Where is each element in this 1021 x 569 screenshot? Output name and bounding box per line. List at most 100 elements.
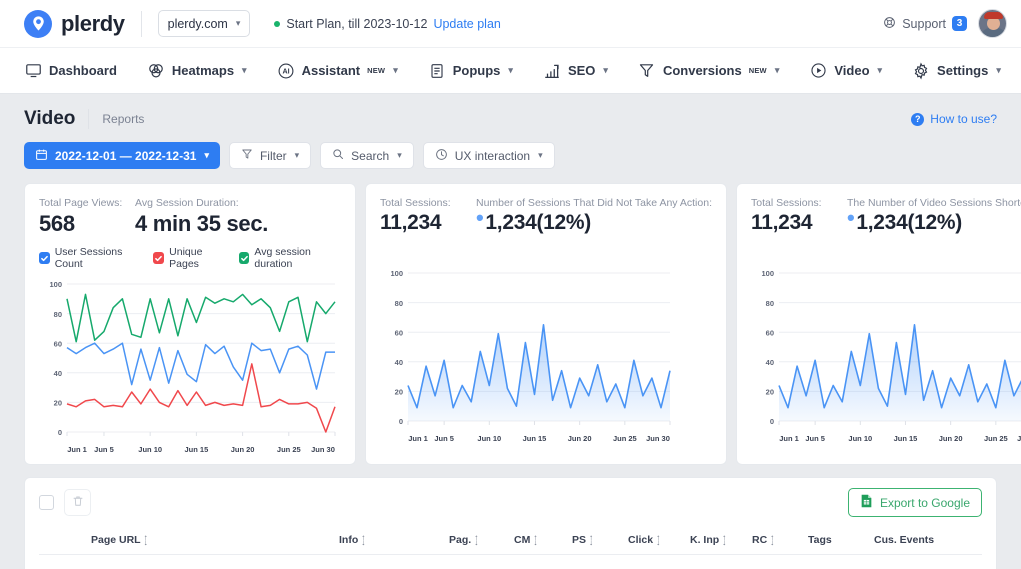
svg-text:Jun 20: Jun 20 <box>939 434 963 443</box>
column-header-pag[interactable]: Pag. ↑ ↓ <box>449 534 514 547</box>
column-header-cus-events[interactable]: Cus. Events <box>874 534 934 546</box>
nav-item-video[interactable]: Video ▾ <box>809 48 882 93</box>
brand-logo[interactable]: plerdy <box>24 9 125 38</box>
play-circle-icon <box>809 62 827 80</box>
column-header-page-url[interactable]: Page URL ↑ ↓ <box>39 534 339 547</box>
svg-text:Jun 10: Jun 10 <box>848 434 872 443</box>
column-label: PS <box>572 534 587 546</box>
svg-text:40: 40 <box>766 358 774 367</box>
how-to-use-link[interactable]: ? How to use? <box>911 112 997 126</box>
column-label: Info <box>339 534 359 546</box>
svg-text:40: 40 <box>54 369 62 378</box>
svg-text:100: 100 <box>390 269 403 278</box>
column-label: Pag. <box>449 534 472 546</box>
chevron-down-icon: ▾ <box>603 65 608 75</box>
export-to-google-button[interactable]: Export to Google <box>847 488 982 517</box>
nav-item-popups[interactable]: Popups ▾ <box>428 48 513 93</box>
calendar-icon <box>35 148 48 164</box>
sort-icon: ↑ ↓ <box>589 533 594 547</box>
nav-item-heatmaps[interactable]: Heatmaps ▾ <box>147 48 247 93</box>
update-plan-link[interactable]: Update plan <box>433 17 500 31</box>
column-header-info[interactable]: Info ↑ ↓ <box>339 533 449 547</box>
nav-item-dashboard[interactable]: Dashboard <box>24 48 117 93</box>
chart-legend: User Sessions Count Unique Pages Avg ses… <box>39 246 341 270</box>
column-header-cm[interactable]: CM ↑ ↓ <box>514 534 572 547</box>
page-header: Video Reports ? How to use? <box>24 94 997 130</box>
area-chart-short-sessions[interactable]: 100 80 60 40 20 0 Jun 1 Jun 5 Jun 10 Jun 15 Jun 20… <box>751 265 1021 447</box>
gear-icon <box>912 61 930 80</box>
kpi-label: Total Page Views: <box>39 197 123 209</box>
kpi-label: Total Sessions: <box>750 197 822 209</box>
svg-text:40: 40 <box>395 358 403 367</box>
svg-text:Jun 25: Jun 25 <box>984 434 1008 443</box>
svg-text:Jun 1: Jun 1 <box>67 445 87 454</box>
nav-item-seo[interactable]: SEO ▾ <box>543 48 608 93</box>
nav-label: SEO <box>567 63 596 78</box>
main-navigation: Dashboard Heatmaps ▾ AI Assistant NEW ▾ … <box>0 47 1021 94</box>
how-to-use-label: How to use? <box>930 112 997 126</box>
chevron-down-icon: ▾ <box>538 150 543 160</box>
column-header-rc[interactable]: RC ↑ ↓ <box>752 533 808 547</box>
column-header-ps[interactable]: PS ↑ ↓ <box>572 533 628 547</box>
column-header-k-inp[interactable]: K. Inp ↑ ↓ <box>690 534 752 547</box>
svg-text:AI: AI <box>282 67 289 75</box>
svg-text:Jun 5: Jun 5 <box>94 445 114 454</box>
sort-icon: ↑ ↓ <box>361 533 366 547</box>
nav-item-assistant[interactable]: AI Assistant NEW ▾ <box>277 48 398 93</box>
column-label: Tags <box>808 534 832 546</box>
kpi-value: 4 min 35 sec. <box>135 211 269 236</box>
venn-circles-icon <box>147 62 165 80</box>
column-header-click[interactable]: Click ↑ ↓ <box>628 533 690 547</box>
ux-interaction-label: UX interaction <box>454 148 531 163</box>
legend-item-avg-session-duration[interactable]: Avg session duration <box>238 246 341 270</box>
nav-label: Popups <box>452 63 501 78</box>
svg-text:Jun 30: Jun 30 <box>1017 434 1021 443</box>
kpi-value: 11,234 <box>380 211 442 234</box>
svg-text:100: 100 <box>761 269 774 278</box>
checkbox-checked-icon[interactable] <box>238 252 250 264</box>
delete-selected-button[interactable] <box>64 489 91 516</box>
area-chart-no-action[interactable]: 100 80 60 40 20 0 Jun 1 Jun 5 Jun 10 Jun 15 Jun 20… <box>380 265 712 447</box>
svg-text:0: 0 <box>58 428 62 437</box>
column-header-tags[interactable]: Tags <box>808 534 874 546</box>
avatar-hat <box>984 12 1003 19</box>
ux-interaction-button[interactable]: UX interaction ▾ <box>422 142 555 169</box>
svg-text:20: 20 <box>766 388 774 397</box>
line-chart-page-views[interactable]: 100 80 60 40 20 0 Jun 1 Jun 5 Jun 10 Jun 15 Jun 20… <box>39 276 341 458</box>
search-button[interactable]: Search ▾ <box>320 142 414 169</box>
checkbox-checked-icon[interactable] <box>39 252 50 264</box>
kpi-value: 568 <box>39 211 75 236</box>
svg-text:Jun 30: Jun 30 <box>646 434 670 443</box>
sort-icon: ↑ ↓ <box>770 533 775 547</box>
filter-button[interactable]: Filter ▾ <box>228 142 312 169</box>
document-lines-icon <box>428 62 446 80</box>
date-range-picker[interactable]: 2022-12-01 — 2022-12-31 ▾ <box>24 142 220 169</box>
column-label: RC <box>752 534 768 546</box>
nav-label: Assistant <box>301 63 361 78</box>
site-selector[interactable]: plerdy.com ▾ <box>157 10 251 37</box>
page-title: Video <box>24 108 76 129</box>
kpi-label: Total Sessions: <box>380 197 451 209</box>
funnel-icon <box>241 148 253 163</box>
svg-text:80: 80 <box>395 299 403 308</box>
legend-item-user-sessions[interactable]: User Sessions Count <box>39 246 142 270</box>
chart-svg: 100 80 60 40 20 0 Jun 1 Jun 5 Jun 10 Jun 15 Jun 20… <box>761 269 1021 443</box>
select-all-checkbox[interactable] <box>39 495 54 510</box>
support-button[interactable]: Support 3 <box>883 16 967 32</box>
clock-icon <box>435 148 448 164</box>
checkbox-checked-icon[interactable] <box>153 252 165 264</box>
lifebuoy-icon <box>883 16 896 32</box>
card-page-views: Total Page Views: 568 Avg Session Durati… <box>24 183 356 465</box>
svg-text:Jun 5: Jun 5 <box>805 434 825 443</box>
svg-text:20: 20 <box>54 399 62 408</box>
legend-item-unique-pages[interactable]: Unique Pages <box>153 246 227 270</box>
sort-icon: ↑ ↓ <box>656 533 661 547</box>
chevron-down-icon: ▾ <box>242 65 247 75</box>
chart-svg: 100 80 60 40 20 0 Jun 1 Jun 5 Jun 10 Jun 15 Jun 20… <box>390 269 671 443</box>
svg-text:Jun 1: Jun 1 <box>408 434 428 443</box>
avatar[interactable] <box>978 9 1007 38</box>
kpi-avg-session-duration: Avg Session Duration: 4 min 35 sec. <box>135 197 268 237</box>
nav-item-conversions[interactable]: Conversions NEW ▾ <box>638 48 779 93</box>
kpi-short-sessions: The Number of Video Sessions Shorter Tha… <box>847 197 1021 235</box>
nav-item-settings[interactable]: Settings ▾ <box>912 48 1001 93</box>
